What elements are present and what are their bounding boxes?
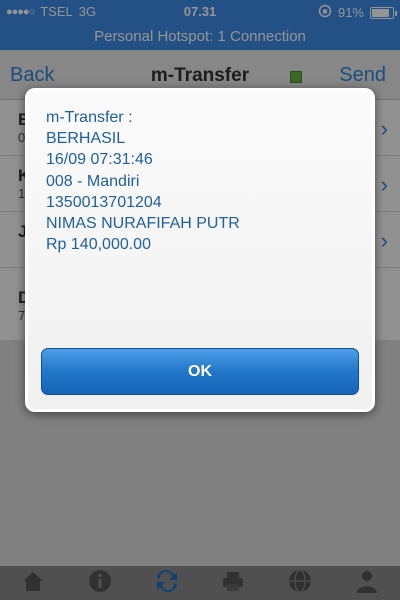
dialog-message: m-Transfer : BERHASIL 16/09 07:31:46 008… [46,107,240,255]
transfer-result-dialog: m-Transfer : BERHASIL 16/09 07:31:46 008… [25,88,375,412]
message-line-datetime: 16/09 07:31:46 [46,151,153,169]
message-line-amount: Rp 140,000.00 [46,236,151,254]
message-line-account: 1350013701204 [46,193,162,211]
message-line-title: m-Transfer : [46,109,133,126]
message-line-recipient: NIMAS NURAFIFAH PUTR [46,215,240,233]
ok-button[interactable]: OK [41,348,359,395]
message-line-status: BERHASIL [46,130,126,148]
message-line-bank: 008 - Mandiri [46,172,140,190]
